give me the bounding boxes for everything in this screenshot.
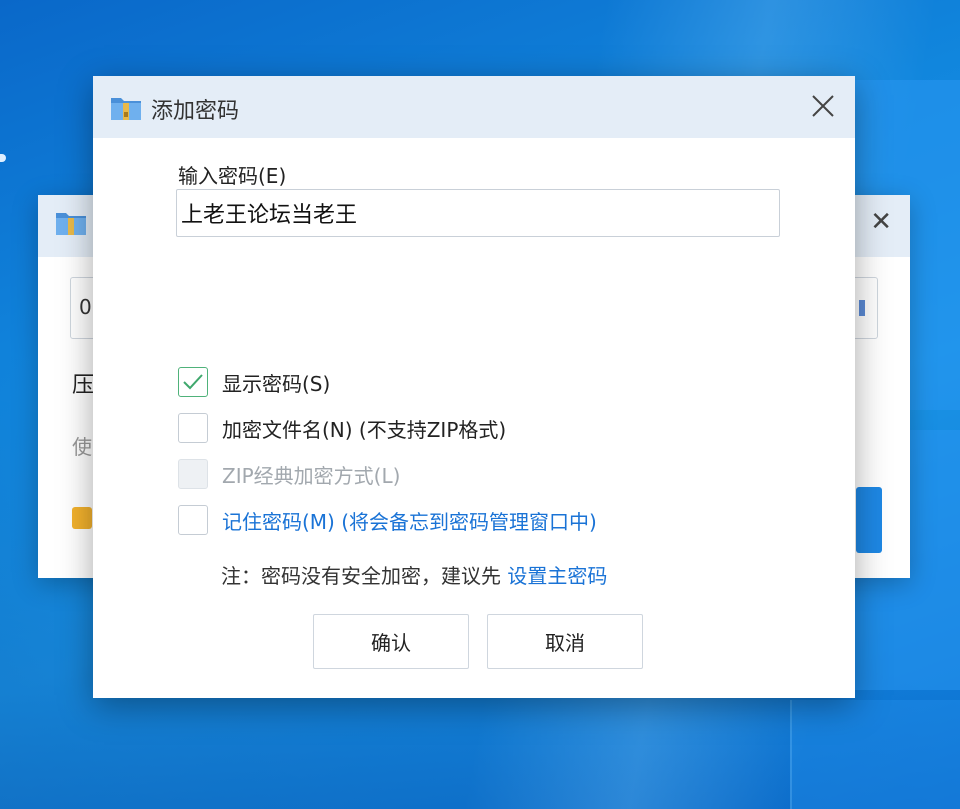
remember-password-option[interactable]: 记住密码(M) (将会备忘到密码管理窗口中) [178,504,597,536]
close-icon[interactable]: ✕ [870,207,892,237]
remember-password-label[interactable]: 记住密码(M) (将会备忘到密码管理窗口中) [222,506,597,535]
remember-password-checkbox[interactable] [178,505,208,535]
show-password-option[interactable]: 显示密码(S) [178,366,330,398]
background-label: 使 [72,435,92,459]
background-field-text: 0 [79,295,92,319]
add-password-dialog: 添加密码 输入密码(E) 显示密码(S) 加密文件名(N) (不支持ZIP格式)… [93,76,855,698]
show-password-label: 显示密码(S) [222,371,331,396]
dialog-title-bar: 添加密码 [93,76,855,138]
lock-icon [72,507,92,529]
dialog-title: 添加密码 [151,99,240,124]
encrypt-filenames-option[interactable]: 加密文件名(N) (不支持ZIP格式) [178,412,506,444]
background-label: 压 [72,373,95,398]
checkmark-icon [183,374,203,390]
archive-folder-icon [54,207,88,241]
encrypt-filenames-checkbox[interactable] [178,413,208,443]
security-note: 注：密码没有安全加密，建议先 设置主密码 [221,560,607,589]
zip-classic-label: ZIP经典加密方式(L) [222,463,401,488]
password-label: 输入密码(E) [178,164,287,188]
note-text: 注：密码没有安全加密，建议先 [221,564,508,588]
set-master-password-link[interactable]: 设置主密码 [507,564,607,588]
zip-classic-checkbox [178,459,208,489]
close-icon[interactable] [807,90,839,122]
show-password-checkbox[interactable] [178,367,208,397]
background-action-button[interactable] [856,487,882,553]
zip-classic-option: ZIP经典加密方式(L) [178,458,400,490]
ok-button[interactable]: 确认 [313,614,469,669]
archive-folder-icon [109,92,143,126]
cancel-button[interactable]: 取消 [487,614,643,669]
encrypt-filenames-label: 加密文件名(N) (不支持ZIP格式) [222,417,507,442]
field-button-icon [859,300,865,316]
desktop-window-pane [790,700,960,809]
password-input[interactable] [176,189,780,237]
